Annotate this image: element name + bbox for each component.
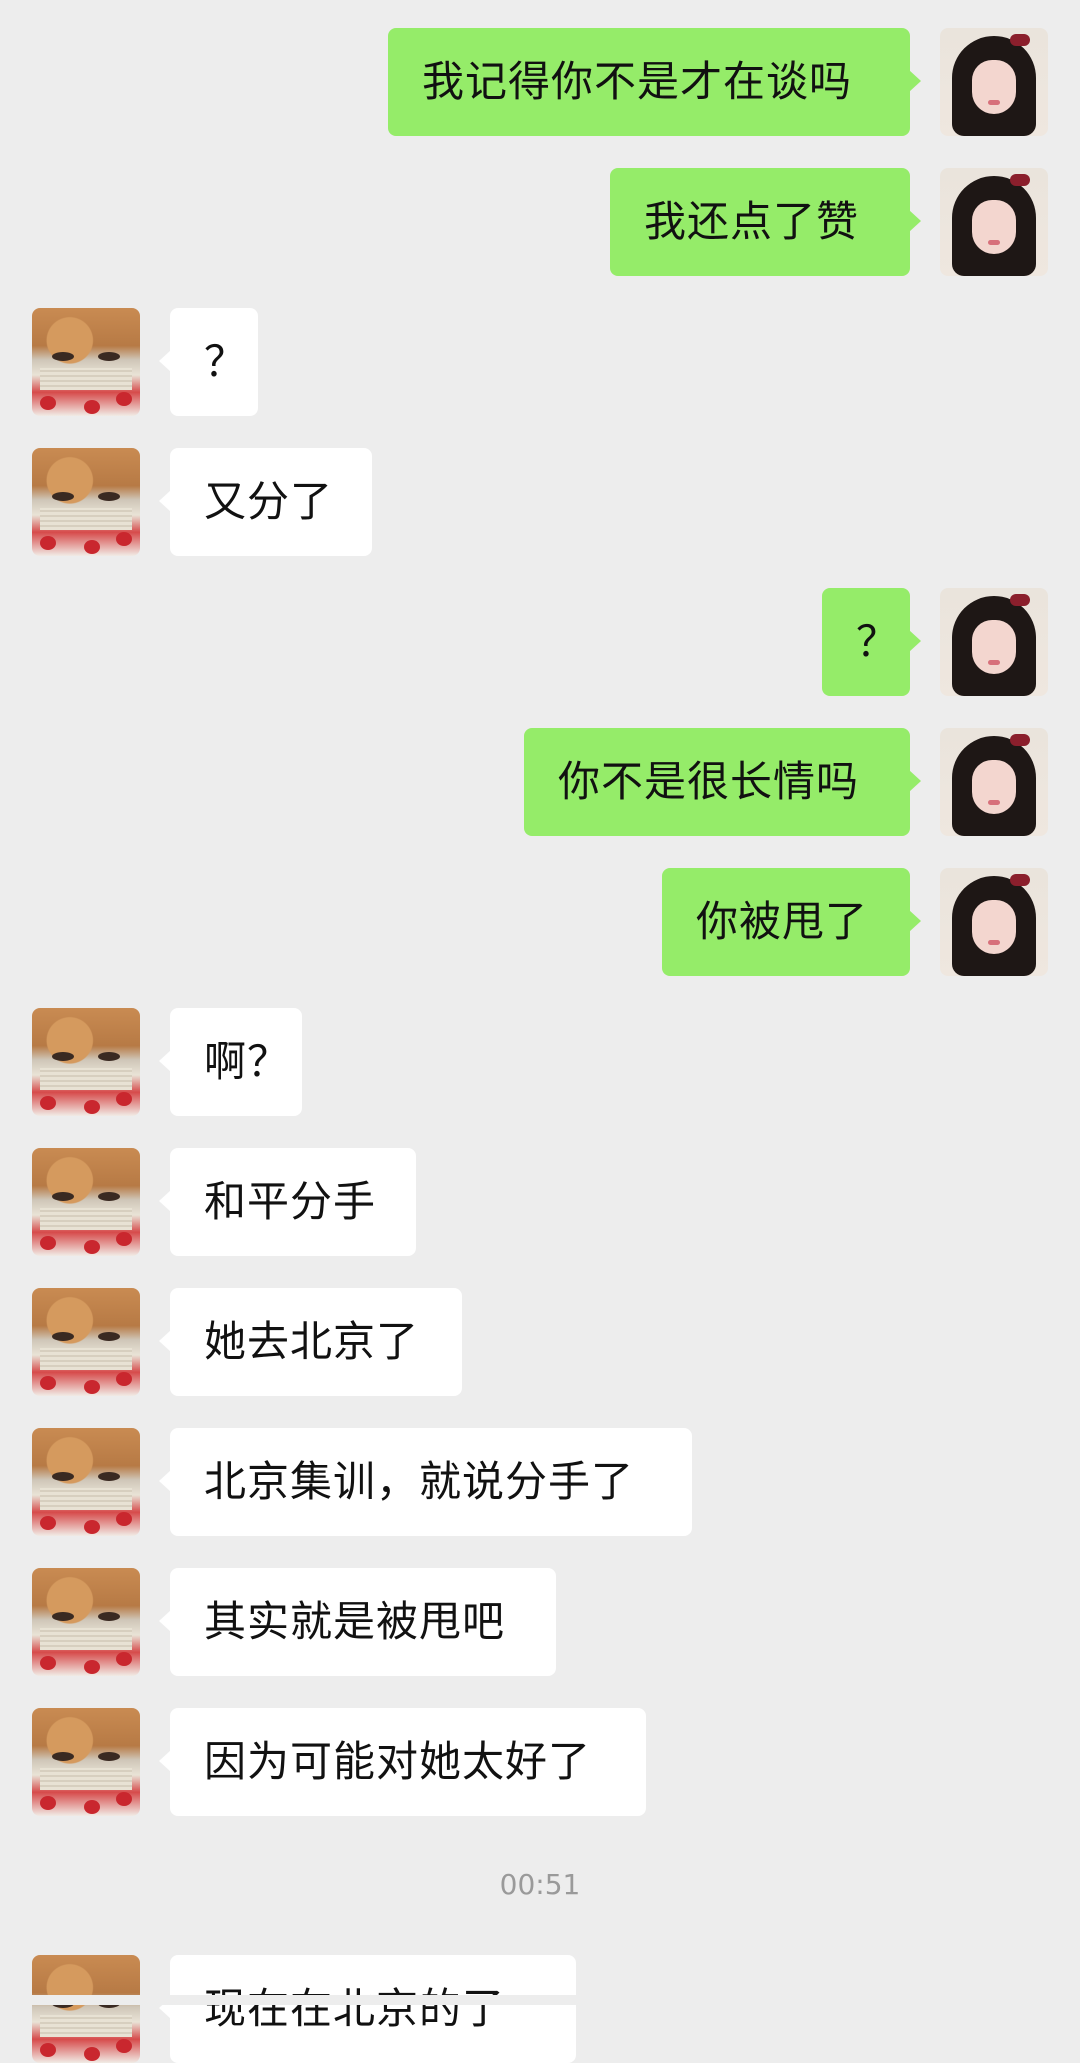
message-row-incoming: ？ [0,308,1080,416]
message-bubble[interactable]: 我还点了赞 [610,168,921,276]
message-bubble[interactable]: 北京集训，就说分手了 [159,1428,692,1536]
message-row-outgoing: 我记得你不是才在谈吗 [0,28,1080,136]
screen-bottom-edge [0,1995,1080,2005]
message-row-outgoing: 你不是很长情吗 [0,728,1080,836]
message-bubble[interactable]: 和平分手 [159,1148,416,1256]
peer-avatar-icon[interactable] [32,448,140,556]
message-bubble[interactable]: 又分了 [159,448,372,556]
message-bubble[interactable]: ？ [159,308,258,416]
message-bubble[interactable]: 因为可能对她太好了 [159,1708,646,1816]
self-avatar-icon[interactable] [940,168,1048,276]
peer-avatar-icon[interactable] [32,1148,140,1256]
message-bubble[interactable]: 啊？ [159,1008,302,1116]
message-timestamp: 00:51 [499,1868,581,1901]
peer-avatar-icon[interactable] [32,308,140,416]
message-row-incoming: 其实就是被甩吧 [0,1568,1080,1676]
peer-avatar-icon[interactable] [32,1288,140,1396]
self-avatar-icon[interactable] [940,868,1048,976]
peer-avatar-icon[interactable] [32,1008,140,1116]
message-row-outgoing: 你被甩了 [0,868,1080,976]
message-row-incoming: 现在在北京的了 [0,1955,1080,2063]
message-bubble[interactable]: 你被甩了 [662,868,921,976]
message-row-incoming: 啊？ [0,1008,1080,1116]
message-row-outgoing: 我还点了赞 [0,168,1080,276]
message-row-incoming: 她去北京了 [0,1288,1080,1396]
self-avatar-icon[interactable] [940,28,1048,136]
self-avatar-icon[interactable] [940,588,1048,696]
self-avatar-icon[interactable] [940,728,1048,836]
message-bubble[interactable]: 你不是很长情吗 [524,728,921,836]
chat-message-list[interactable]: 我记得你不是才在谈吗 我还点了赞 ？ 又分了 ？ 你不是很长情吗 你被甩了 啊？… [0,0,1080,2063]
message-row-incoming: 北京集训，就说分手了 [0,1428,1080,1536]
message-row-incoming: 又分了 [0,448,1080,556]
message-bubble[interactable]: 其实就是被甩吧 [159,1568,556,1676]
message-row-incoming: 和平分手 [0,1148,1080,1256]
peer-avatar-icon[interactable] [32,1568,140,1676]
peer-avatar-icon[interactable] [32,1708,140,1816]
peer-avatar-icon[interactable] [32,1955,140,2063]
message-bubble[interactable]: ？ [822,588,921,696]
peer-avatar-icon[interactable] [32,1428,140,1536]
message-row-incoming: 因为可能对她太好了 [0,1708,1080,1816]
message-bubble[interactable]: 她去北京了 [159,1288,462,1396]
message-row-outgoing: ？ [0,588,1080,696]
message-bubble[interactable]: 我记得你不是才在谈吗 [388,28,921,136]
message-bubble[interactable]: 现在在北京的了 [159,1955,576,2063]
